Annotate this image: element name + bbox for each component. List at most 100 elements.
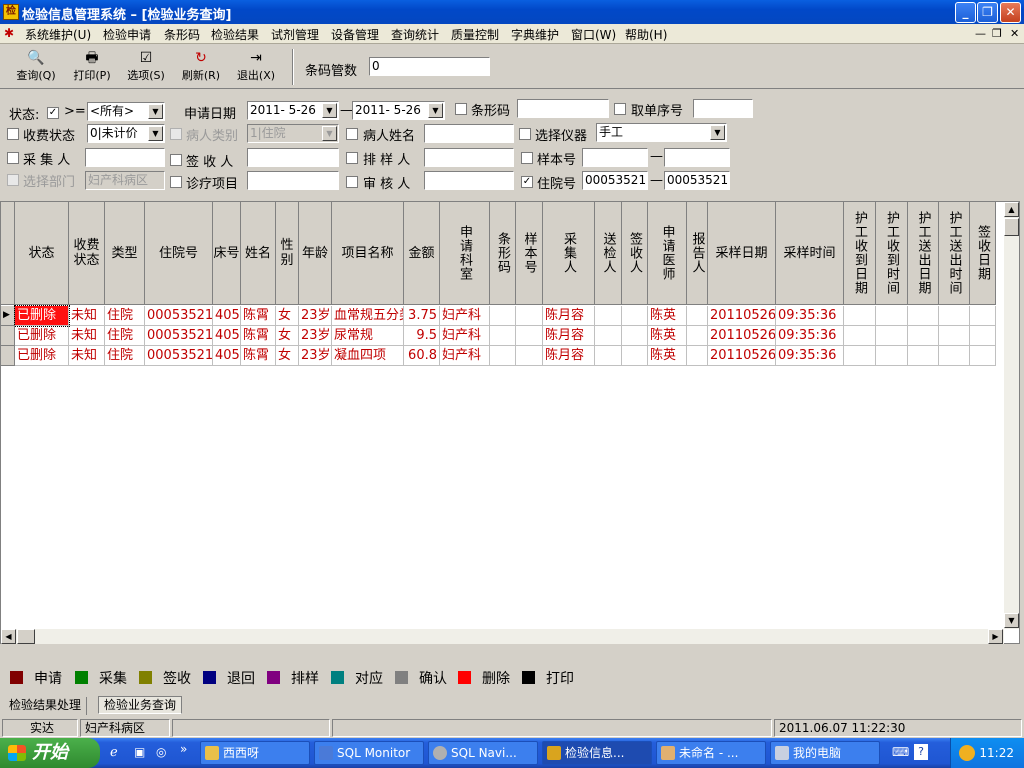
table-cell[interactable] (844, 326, 876, 346)
pickup-checkbox[interactable] (614, 103, 626, 115)
table-cell[interactable] (970, 346, 996, 366)
row-indicator[interactable]: ▶ (1, 306, 15, 326)
desktop-icon[interactable]: ▣ (134, 745, 145, 759)
fee-status-checkbox[interactable] (7, 128, 19, 140)
table-cell[interactable] (908, 346, 939, 366)
chevron-down-icon[interactable]: ▼ (322, 103, 337, 118)
table-cell[interactable]: 未知 (69, 326, 105, 346)
table-cell[interactable]: 血常规五分类 (332, 306, 404, 326)
exit-button[interactable]: ⇥ 退出(X) (230, 49, 282, 87)
reviewer-checkbox[interactable] (346, 176, 358, 188)
table-cell[interactable]: 已删除 (15, 326, 69, 346)
table-cell[interactable] (876, 346, 908, 366)
item-input[interactable] (247, 171, 339, 190)
table-cell[interactable] (622, 306, 648, 326)
task-paint[interactable]: 未命名 - ... (656, 741, 766, 765)
data-grid[interactable]: 状态 收费状态 类型 住院号 床号 姓名 性别 年龄 项目名称 金额 申请科室 条形码 样本号 采集人 送检… (0, 201, 1020, 644)
table-cell[interactable]: 未知 (69, 346, 105, 366)
table-cell[interactable] (939, 306, 970, 326)
table-cell[interactable] (490, 306, 516, 326)
column-header[interactable]: 收费状态 (69, 202, 105, 305)
table-cell[interactable] (876, 326, 908, 346)
collector-input[interactable] (85, 148, 165, 167)
barcode-count-field[interactable]: 0 (369, 57, 490, 76)
sample-checkbox[interactable] (521, 152, 533, 164)
mdi-child-icon[interactable]: ✱ (4, 26, 14, 40)
inpatient-from-input[interactable]: 00053521 (582, 171, 648, 190)
table-cell[interactable]: 60.8 (404, 346, 440, 366)
menu-reagent[interactable]: 试剂管理 (271, 26, 319, 43)
sorter-checkbox[interactable] (346, 152, 358, 164)
task-my-computer[interactable]: 我的电脑 (770, 741, 880, 765)
table-cell[interactable]: 23岁 (299, 306, 332, 326)
close-button[interactable]: ✕ (1000, 2, 1021, 23)
table-cell[interactable] (844, 346, 876, 366)
table-cell[interactable]: 3.75 (404, 306, 440, 326)
table-cell[interactable]: 23岁 (299, 346, 332, 366)
date-to-picker[interactable]: 2011- 5-26 ▼ (352, 101, 445, 120)
table-cell[interactable] (516, 326, 543, 346)
start-button[interactable]: 开始 (0, 738, 100, 768)
query-button[interactable]: 🔍 查询(Q) (10, 49, 62, 87)
chevron-down-icon[interactable]: ▼ (710, 125, 725, 140)
sample-to-input[interactable] (664, 148, 730, 167)
signer-checkbox[interactable] (170, 154, 182, 166)
table-cell[interactable]: 00053521 (145, 346, 213, 366)
patient-name-checkbox[interactable] (346, 128, 358, 140)
column-header[interactable]: 护工送出日期 (908, 202, 939, 305)
chevron-down-icon[interactable]: ▼ (148, 104, 163, 119)
tab-business-query[interactable]: 检验业务查询 (98, 696, 183, 714)
sorter-input[interactable] (424, 148, 514, 167)
reviewer-input[interactable] (424, 171, 514, 190)
table-cell[interactable]: 20110526 (708, 346, 776, 366)
row-indicator[interactable] (1, 326, 15, 346)
table-cell[interactable]: 已删除 (14, 305, 70, 327)
patient-name-input[interactable] (424, 124, 514, 143)
table-cell[interactable] (622, 326, 648, 346)
media-icon[interactable]: ◎ (156, 745, 166, 759)
column-header[interactable]: 报告人 (687, 202, 708, 305)
table-cell[interactable] (687, 346, 708, 366)
table-cell[interactable] (516, 306, 543, 326)
pickup-input[interactable] (693, 99, 753, 118)
help-icon[interactable]: ? (914, 744, 928, 760)
menu-apply[interactable]: 检验申请 (103, 26, 151, 43)
menu-result[interactable]: 检验结果 (211, 26, 259, 43)
horizontal-scrollbar[interactable]: ◀ ▶ (1, 629, 1004, 644)
inpatient-to-input[interactable]: 00053521 (664, 171, 730, 190)
table-cell[interactable] (939, 326, 970, 346)
vertical-scrollbar[interactable]: ▲ ▼ (1004, 202, 1019, 629)
table-cell[interactable]: 09:35:36 (776, 306, 844, 326)
status-select[interactable]: <所有> ▼ (87, 102, 165, 121)
inpatient-checkbox[interactable]: ✓ (521, 176, 533, 188)
menu-dictionary[interactable]: 字典维护 (511, 26, 559, 43)
task-lis[interactable]: 检验信息... (542, 741, 652, 765)
table-cell[interactable]: 405 (213, 326, 241, 346)
table-cell[interactable]: 9.5 (404, 326, 440, 346)
ie-icon[interactable]: ℯ (110, 745, 118, 760)
table-cell[interactable] (970, 326, 996, 346)
scroll-h-thumb[interactable] (17, 629, 35, 644)
column-header[interactable]: 护工收到时间 (876, 202, 908, 305)
minimize-button[interactable]: _ (955, 2, 976, 23)
table-cell[interactable] (490, 326, 516, 346)
table-cell[interactable]: 00053521 (145, 306, 213, 326)
table-cell[interactable]: 陈霄 (241, 306, 276, 326)
clock[interactable]: 11:22 (979, 746, 1014, 760)
restore-button[interactable]: ❐ (977, 2, 998, 23)
barcode-input[interactable] (517, 99, 609, 118)
table-cell[interactable]: 陈月容 (543, 346, 595, 366)
keyboard-icon[interactable]: ⌨ (892, 745, 909, 759)
table-cell[interactable]: 09:35:36 (776, 346, 844, 366)
signer-input[interactable] (247, 148, 339, 167)
task-folder[interactable]: 西西呀 (200, 741, 310, 765)
task-sql-navigator[interactable]: SQL Navi... (428, 741, 538, 765)
column-header[interactable]: 性别 (276, 202, 299, 305)
column-header[interactable]: 姓名 (241, 202, 276, 305)
instrument-checkbox[interactable] (519, 128, 531, 140)
menu-system[interactable]: 系统维护(U) (25, 26, 91, 43)
date-from-picker[interactable]: 2011- 5-26 ▼ (247, 101, 339, 120)
menu-device[interactable]: 设备管理 (331, 26, 379, 43)
column-header[interactable]: 金额 (404, 202, 440, 305)
table-cell[interactable]: 未知 (69, 306, 105, 326)
